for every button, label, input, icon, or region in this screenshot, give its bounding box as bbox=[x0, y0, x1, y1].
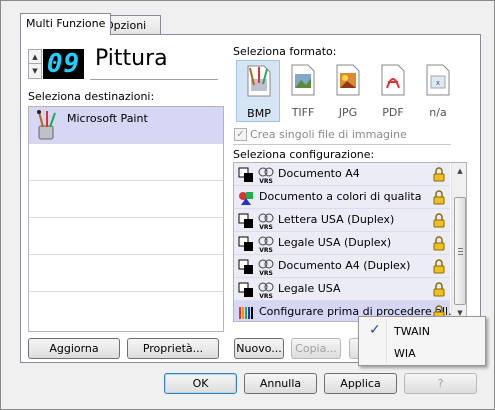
checkmark-icon: ✓ bbox=[369, 322, 381, 338]
divider bbox=[233, 144, 451, 145]
config-item-documento-a4-duplex[interactable]: VRS Documento A4 (Duplex) bbox=[234, 255, 450, 278]
config-label: Documento A4 bbox=[278, 167, 360, 180]
svg-text:x: x bbox=[436, 79, 440, 87]
vrs-icon: VRS bbox=[258, 213, 274, 230]
config-item-documento-colori[interactable]: Documento a colori di qualita bbox=[234, 186, 450, 209]
destination-item-microsoft-paint[interactable]: Microsoft Paint bbox=[29, 107, 223, 144]
svg-text:VRS: VRS bbox=[259, 178, 273, 184]
tiff-file-icon bbox=[291, 64, 315, 96]
destination-empty-row bbox=[29, 218, 223, 255]
single-files-label: Crea singoli file di immagine bbox=[250, 128, 407, 141]
scanner-pages-icon bbox=[238, 236, 253, 251]
grip-icon bbox=[458, 248, 463, 255]
scanner-pages-icon bbox=[238, 259, 253, 274]
profile-number-display: 09 bbox=[43, 49, 84, 79]
tab-multi-funzione[interactable]: Multi Funzione bbox=[20, 13, 112, 35]
format-name: PDF bbox=[382, 106, 404, 119]
config-label: Legale USA (Duplex) bbox=[278, 236, 392, 249]
destination-label: Microsoft Paint bbox=[67, 112, 148, 125]
apply-button[interactable]: Applica bbox=[324, 373, 397, 394]
pdf-file-icon bbox=[381, 64, 405, 96]
menu-item-label: WIA bbox=[394, 347, 416, 360]
profile-name: Pittura bbox=[95, 46, 168, 71]
destinations-label: Seleziona destinazioni: bbox=[28, 90, 155, 103]
vrs-icon: VRS bbox=[258, 167, 274, 184]
spin-up-icon[interactable]: ▲ bbox=[29, 50, 41, 64]
na-file-icon: x bbox=[426, 64, 450, 96]
format-name: JPG bbox=[338, 106, 358, 119]
lock-icon bbox=[433, 190, 445, 205]
driver-context-menu: ✓ TWAIN WIA bbox=[358, 316, 486, 366]
menu-item-wia[interactable]: WIA bbox=[361, 342, 483, 364]
format-name: TIFF bbox=[291, 106, 315, 119]
format-tiff[interactable]: TIFF bbox=[281, 60, 325, 122]
lock-icon bbox=[433, 282, 445, 297]
svg-text:VRS: VRS bbox=[259, 224, 273, 230]
lock-icon bbox=[433, 213, 445, 228]
scroll-thumb[interactable] bbox=[454, 197, 466, 305]
vrs-icon: VRS bbox=[258, 282, 274, 299]
config-label: Documento a colori di qualita bbox=[259, 190, 422, 203]
config-item-legale-usa-duplex[interactable]: VRS Legale USA (Duplex) bbox=[234, 232, 450, 255]
format-selector: BMP TIFF JPG PDF x n/a bbox=[233, 60, 459, 122]
svg-text:VRS: VRS bbox=[259, 270, 273, 276]
format-name: n/a bbox=[429, 106, 447, 119]
profile-spinner[interactable]: ▲ ▼ bbox=[28, 49, 42, 79]
format-jpg[interactable]: JPG bbox=[326, 60, 370, 122]
spin-down-icon[interactable]: ▼ bbox=[29, 64, 41, 78]
config-label: Lettera USA (Duplex) bbox=[278, 213, 395, 226]
formats-label: Seleziona formato: bbox=[233, 45, 337, 58]
ok-button[interactable]: OK bbox=[164, 373, 237, 394]
properties-button[interactable]: Proprietà... bbox=[127, 338, 219, 359]
configurations-list[interactable]: VRS Documento A4 Documento a colori di q… bbox=[233, 162, 467, 322]
jpg-file-icon bbox=[336, 64, 360, 96]
bmp-file-icon bbox=[247, 65, 271, 97]
scanner-pages-icon bbox=[238, 213, 253, 228]
format-na[interactable]: x n/a bbox=[416, 60, 460, 122]
destination-empty-row bbox=[29, 181, 223, 218]
color-shapes-icon bbox=[239, 192, 253, 205]
paint-brushes-icon bbox=[37, 110, 56, 140]
format-name: BMP bbox=[247, 107, 271, 120]
new-button[interactable]: Nuovo... bbox=[234, 338, 284, 359]
config-item-documento-a4[interactable]: VRS Documento A4 bbox=[234, 163, 450, 186]
config-item-legale-usa[interactable]: VRS Legale USA bbox=[234, 278, 450, 301]
vrs-icon: VRS bbox=[258, 236, 274, 253]
vrs-icon: VRS bbox=[258, 259, 274, 276]
single-files-checkbox[interactable]: ✓ bbox=[234, 128, 247, 141]
menu-item-twain[interactable]: ✓ TWAIN bbox=[361, 320, 483, 342]
config-label: Legale USA bbox=[278, 282, 341, 295]
scroll-up-icon[interactable]: ▲ bbox=[452, 163, 466, 179]
svg-text:VRS: VRS bbox=[259, 293, 273, 299]
svg-text:VRS: VRS bbox=[259, 247, 273, 253]
scanner-pages-icon bbox=[238, 167, 253, 182]
name-underline bbox=[90, 79, 218, 80]
copy-button[interactable]: Copia... bbox=[291, 338, 341, 359]
lock-icon bbox=[433, 167, 445, 182]
config-scrollbar[interactable]: ▲ ▼ bbox=[451, 163, 466, 321]
destination-empty-row bbox=[29, 144, 223, 181]
help-button[interactable]: ? bbox=[404, 373, 477, 394]
format-bmp[interactable]: BMP bbox=[236, 60, 280, 122]
destination-empty-row bbox=[29, 255, 223, 292]
config-label: Documento A4 (Duplex) bbox=[278, 259, 411, 272]
destinations-list[interactable]: Microsoft Paint bbox=[28, 106, 224, 332]
configurations-label: Seleziona configurazione: bbox=[233, 148, 375, 161]
scanner-pages-icon bbox=[238, 282, 253, 297]
color-bars-icon bbox=[239, 307, 253, 319]
lock-icon bbox=[433, 259, 445, 274]
cancel-button[interactable]: Annulla bbox=[244, 373, 317, 394]
menu-item-label: TWAIN bbox=[394, 325, 430, 338]
refresh-button[interactable]: Aggiorna bbox=[28, 338, 120, 359]
config-item-lettera-usa-duplex[interactable]: VRS Lettera USA (Duplex) bbox=[234, 209, 450, 232]
format-pdf[interactable]: PDF bbox=[371, 60, 415, 122]
lock-icon bbox=[433, 236, 445, 251]
